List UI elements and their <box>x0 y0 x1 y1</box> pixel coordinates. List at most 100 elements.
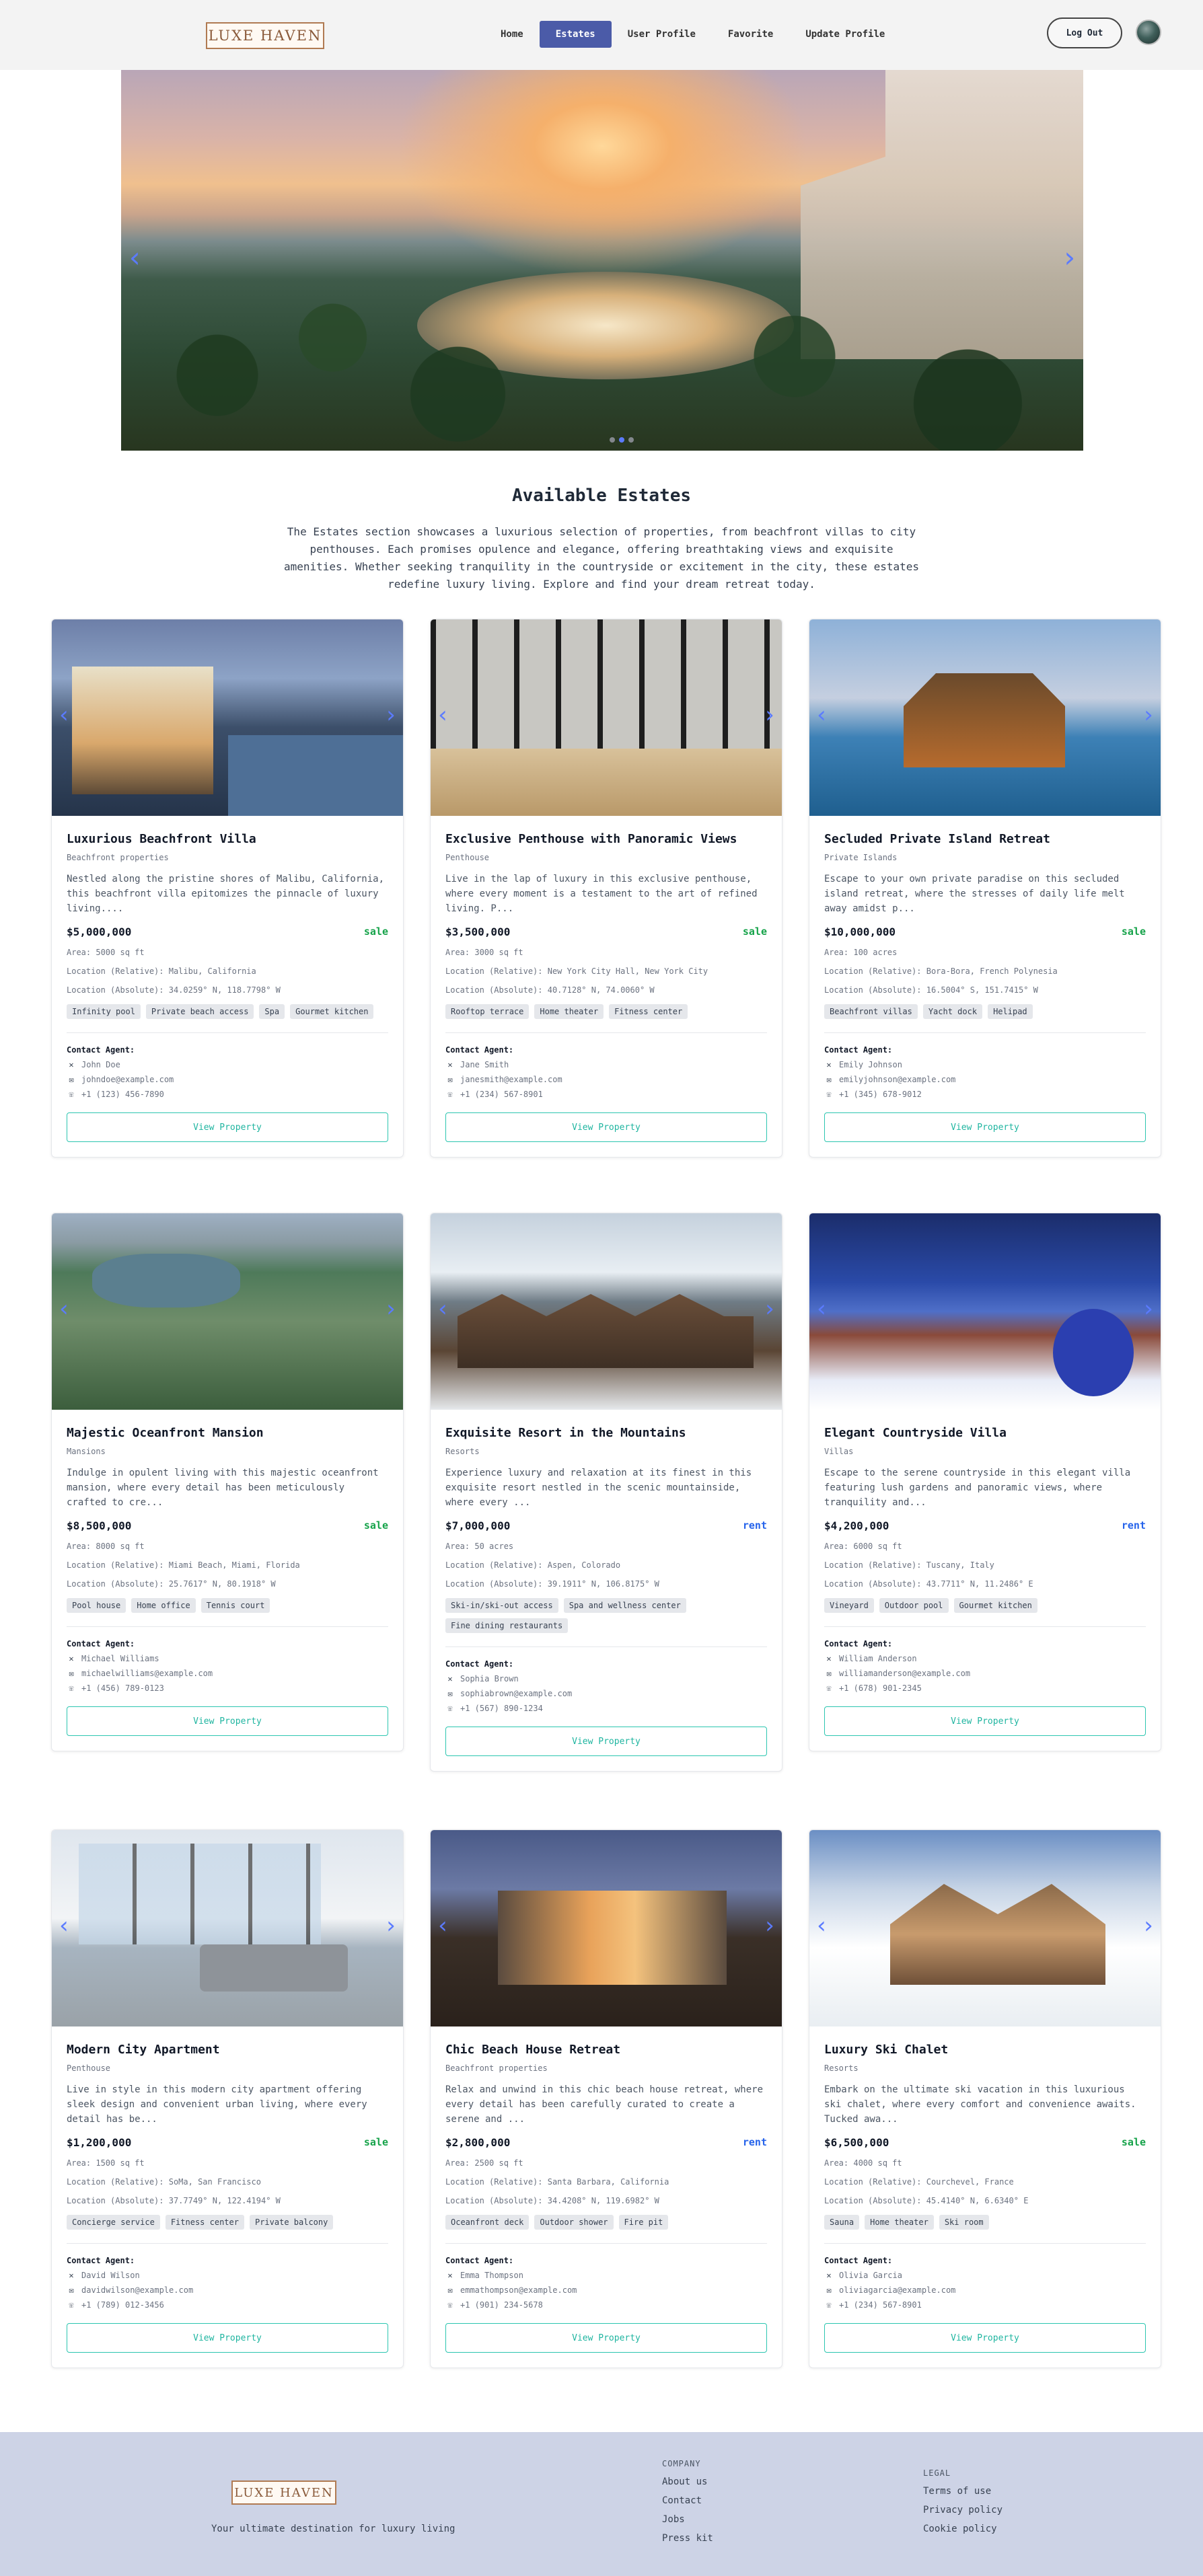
carousel-dot-active[interactable] <box>619 437 624 443</box>
footer-link-jobs[interactable]: Jobs <box>662 2514 713 2525</box>
property-price: $7,000,000 <box>445 1519 511 1532</box>
agent-phone[interactable]: +1 (567) 890-1234 <box>460 1704 543 1713</box>
location-relative: Location (Relative): Miami Beach, Miami,… <box>67 1560 300 1570</box>
image-next-arrow-icon[interactable]: › <box>1142 1295 1155 1322</box>
agent-phone[interactable]: +1 (678) 901-2345 <box>839 1683 922 1693</box>
image-next-arrow-icon[interactable]: › <box>763 702 776 728</box>
amenity-tag: Spa <box>259 1004 285 1019</box>
image-next-arrow-icon[interactable]: › <box>763 1912 776 1939</box>
amenity-tag: Helipad <box>988 1004 1033 1019</box>
hero-next-arrow-icon[interactable]: › <box>1061 243 1078 272</box>
footer-logo[interactable]: LUXE HAVEN <box>231 2480 336 2505</box>
image-next-arrow-icon[interactable]: › <box>384 702 398 728</box>
property-title: Exquisite Resort in the Mountains <box>445 1426 686 1440</box>
estate-card[interactable]: ‹ › Chic Beach House Retreat Beachfront … <box>430 1829 782 2368</box>
view-property-button[interactable]: View Property <box>824 1706 1146 1736</box>
property-type: Penthouse <box>67 2063 111 2073</box>
nav-home[interactable]: Home <box>484 21 540 48</box>
image-next-arrow-icon[interactable]: › <box>384 1912 398 1939</box>
footer-link-terms[interactable]: Terms of use <box>923 2486 1002 2497</box>
image-prev-arrow-icon[interactable]: ‹ <box>57 1912 71 1939</box>
property-type: Beachfront properties <box>445 2063 548 2073</box>
footer-link-about[interactable]: About us <box>662 2476 713 2487</box>
amenity-tag: Infinity pool <box>67 1004 141 1019</box>
price-row: $6,500,000 sale <box>824 2136 1146 2149</box>
agent-email[interactable]: janesmith@example.com <box>460 1075 562 1084</box>
card-body: Exclusive Penthouse with Panoramic Views… <box>431 816 782 1157</box>
nav-update-profile[interactable]: Update Profile <box>789 21 901 48</box>
estate-card[interactable]: ‹ › Secluded Private Island Retreat Priv… <box>809 619 1161 1158</box>
hero-prev-arrow-icon[interactable]: ‹ <box>126 243 143 272</box>
user-avatar[interactable] <box>1136 20 1161 45</box>
carousel-dot[interactable] <box>628 437 634 443</box>
logout-button[interactable]: Log Out <box>1047 17 1122 48</box>
estate-card[interactable]: ‹ › Exclusive Penthouse with Panoramic V… <box>430 619 782 1158</box>
view-property-button[interactable]: View Property <box>67 1112 388 1142</box>
view-property-button[interactable]: View Property <box>445 2323 767 2353</box>
agent-phone-row: ☏ +1 (234) 567-8901 <box>445 1090 767 1099</box>
card-body: Modern City Apartment Penthouse Live in … <box>52 2026 403 2367</box>
agent-phone-row: ☏ +1 (123) 456-7890 <box>67 1090 388 1099</box>
agent-phone[interactable]: +1 (234) 567-8901 <box>839 2300 922 2310</box>
image-next-arrow-icon[interactable]: › <box>1142 702 1155 728</box>
agent-email[interactable]: oliviagarcia@example.com <box>839 2285 955 2295</box>
image-prev-arrow-icon[interactable]: ‹ <box>815 1912 828 1939</box>
view-property-button[interactable]: View Property <box>445 1727 767 1756</box>
nav-estates[interactable]: Estates <box>539 21 612 48</box>
image-prev-arrow-icon[interactable]: ‹ <box>436 1912 449 1939</box>
view-property-button[interactable]: View Property <box>67 2323 388 2353</box>
agent-name: Michael Williams <box>81 1654 159 1663</box>
amenities-list: Sauna Home theater Ski room <box>824 2215 1146 2230</box>
view-property-button[interactable]: View Property <box>824 1112 1146 1142</box>
image-prev-arrow-icon[interactable]: ‹ <box>815 702 828 728</box>
agent-phone[interactable]: +1 (901) 234-5678 <box>460 2300 543 2310</box>
agent-email[interactable]: johndoe@example.com <box>81 1075 174 1084</box>
nav-favorite[interactable]: Favorite <box>712 21 789 48</box>
carousel-dot[interactable] <box>610 437 615 443</box>
view-property-button[interactable]: View Property <box>445 1112 767 1142</box>
brand-logo[interactable]: LUXE HAVEN <box>206 22 324 49</box>
image-prev-arrow-icon[interactable]: ‹ <box>57 702 71 728</box>
footer-link-privacy[interactable]: Privacy policy <box>923 2505 1002 2515</box>
image-prev-arrow-icon[interactable]: ‹ <box>57 1295 71 1322</box>
user-icon: ✕ <box>69 2271 74 2280</box>
agent-phone[interactable]: +1 (456) 789-0123 <box>81 1683 164 1693</box>
agent-email[interactable]: williamanderson@example.com <box>839 1669 970 1678</box>
image-next-arrow-icon[interactable]: › <box>763 1295 776 1322</box>
agent-phone[interactable]: +1 (123) 456-7890 <box>81 1090 164 1099</box>
mail-icon: ✉ <box>826 2285 832 2295</box>
view-property-button[interactable]: View Property <box>67 1706 388 1736</box>
agent-phone[interactable]: +1 (345) 678-9012 <box>839 1090 922 1099</box>
agent-email[interactable]: sophiabrown@example.com <box>460 1689 572 1698</box>
nav-user-profile[interactable]: User Profile <box>612 21 712 48</box>
footer-link-contact[interactable]: Contact <box>662 2495 713 2506</box>
estate-card[interactable]: ‹ › Majestic Oceanfront Mansion Mansions… <box>51 1213 404 1751</box>
location-relative: Location (Relative): Bora-Bora, French P… <box>824 967 1058 976</box>
property-image: ‹ › <box>431 1830 782 2026</box>
footer-link-press[interactable]: Press kit <box>662 2533 713 2544</box>
image-prev-arrow-icon[interactable]: ‹ <box>436 702 449 728</box>
phone-icon: ☏ <box>826 1683 832 1693</box>
agent-email[interactable]: davidwilson@example.com <box>81 2285 193 2295</box>
image-prev-arrow-icon[interactable]: ‹ <box>815 1295 828 1322</box>
view-property-button[interactable]: View Property <box>824 2323 1146 2353</box>
property-description: Relax and unwind in this chic beach hous… <box>445 2084 764 2125</box>
agent-email[interactable]: emmathompson@example.com <box>460 2285 577 2295</box>
estate-card[interactable]: ‹ › Luxurious Beachfront Villa Beachfron… <box>51 619 404 1158</box>
amenity-tag: Sauna <box>824 2215 860 2230</box>
image-prev-arrow-icon[interactable]: ‹ <box>436 1295 449 1322</box>
agent-phone[interactable]: +1 (234) 567-8901 <box>460 1090 543 1099</box>
agent-email[interactable]: michaelwilliams@example.com <box>81 1669 213 1678</box>
agent-email[interactable]: emilyjohnson@example.com <box>839 1075 955 1084</box>
estate-card[interactable]: ‹ › Elegant Countryside Villa Villas Esc… <box>809 1213 1161 1751</box>
phone-icon: ☏ <box>69 1683 74 1693</box>
image-next-arrow-icon[interactable]: › <box>384 1295 398 1322</box>
amenity-tag: Vineyard <box>824 1598 874 1613</box>
price-row: $8,500,000 sale <box>67 1519 388 1532</box>
estate-card[interactable]: ‹ › Luxury Ski Chalet Resorts Embark on … <box>809 1829 1161 2368</box>
image-next-arrow-icon[interactable]: › <box>1142 1912 1155 1939</box>
agent-phone[interactable]: +1 (789) 012-3456 <box>81 2300 164 2310</box>
estate-card[interactable]: ‹ › Modern City Apartment Penthouse Live… <box>51 1829 404 2368</box>
estate-card[interactable]: ‹ › Exquisite Resort in the Mountains Re… <box>430 1213 782 1772</box>
footer-link-cookie[interactable]: Cookie policy <box>923 2524 1002 2534</box>
